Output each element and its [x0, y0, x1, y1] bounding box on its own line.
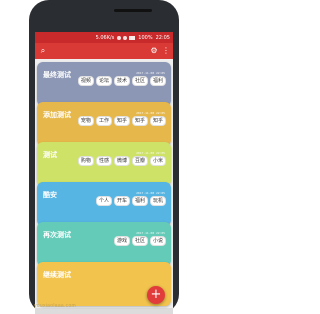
watermark: youxiaolaaa.com [34, 303, 77, 309]
card-tags: 游戏 社区 小说 [113, 236, 166, 246]
card-date: 2017.11.08 22:05 [136, 191, 165, 195]
card-date: 2017.11.08 22:05 [136, 71, 165, 75]
card-tags: 宠物 工作 知乎 知乎 知乎 [77, 116, 166, 126]
card-tags: 个人 开车 福利 玩机 [95, 196, 166, 206]
signal-icon [123, 35, 128, 40]
card-retest[interactable]: 再次测试 2017.11.08 22:05 游戏 社区 小说 [37, 222, 171, 266]
phone-speaker [114, 9, 152, 12]
search-icon[interactable]: ⌕ [38, 46, 48, 56]
tag[interactable]: 玩机 [149, 196, 166, 206]
card-tags: 购物 性感 微博 豆瓣 小米 [77, 156, 166, 166]
tag[interactable]: 福利 [149, 76, 166, 86]
tag[interactable]: 性感 [95, 156, 112, 166]
tag[interactable]: 购物 [77, 156, 94, 166]
tag[interactable]: 福利 [131, 196, 148, 206]
clock: 22:05 [155, 34, 170, 41]
tag[interactable]: 小说 [149, 236, 166, 246]
card-date: 2017.11.08 22:05 [136, 231, 165, 235]
tag[interactable]: 宠物 [77, 116, 94, 126]
card-test[interactable]: 测试 2017.11.08 22:05 购物 性感 微博 豆瓣 小米 [37, 142, 171, 186]
gear-icon[interactable]: ⚙ [149, 46, 159, 56]
card-add-test[interactable]: 添加测试 2017.11.08 22:05 宠物 工作 知乎 知乎 知乎 [37, 102, 171, 146]
status-icons [117, 35, 136, 40]
tag[interactable]: 知乎 [131, 116, 148, 126]
card-coolapk[interactable]: 酷安 2017.11.08 22:05 个人 开车 福利 玩机 [37, 182, 171, 226]
add-fab-button[interactable]: + [147, 286, 165, 304]
status-bar: 5.06K/s 100% 22:05 [35, 32, 173, 43]
battery-level: 100% [138, 34, 153, 41]
tag[interactable]: 小米 [149, 156, 166, 166]
tag[interactable]: 技术 [113, 76, 130, 86]
more-vertical-icon[interactable]: ⋮ [161, 46, 171, 56]
tag[interactable]: 工作 [95, 116, 112, 126]
app-screen: 5.06K/s 100% 22:05 ⌕ ⚙ ⋮ 最终测试 2017.11.08… [35, 32, 173, 314]
card-title: 最终测试 [43, 71, 71, 79]
card-final-test[interactable]: 最终测试 2017.11.08 22:05 视频 论坛 技术 社区 福利 [37, 62, 171, 106]
card-title: 添加测试 [43, 111, 71, 119]
battery-icon [129, 35, 136, 40]
tag[interactable]: 个人 [95, 196, 112, 206]
wifi-icon [117, 35, 122, 40]
tag[interactable]: 知乎 [113, 116, 130, 126]
tag[interactable]: 开车 [113, 196, 130, 206]
card-date: 2017.11.08 22:05 [136, 151, 165, 155]
tag[interactable]: 豆瓣 [131, 156, 148, 166]
card-title: 继续测试 [43, 271, 71, 279]
tag[interactable]: 游戏 [113, 236, 130, 246]
tag[interactable]: 视频 [77, 76, 94, 86]
card-title: 再次测试 [43, 231, 71, 239]
plus-icon: + [150, 287, 162, 302]
app-toolbar: ⌕ ⚙ ⋮ [35, 43, 173, 59]
card-tags: 视频 论坛 技术 社区 福利 [77, 76, 166, 86]
card-title: 测试 [43, 151, 57, 159]
card-title: 酷安 [43, 191, 57, 199]
tag[interactable]: 论坛 [95, 76, 112, 86]
tag[interactable]: 社区 [131, 236, 148, 246]
tag[interactable]: 社区 [131, 76, 148, 86]
tag[interactable]: 微博 [113, 156, 130, 166]
tag[interactable]: 知乎 [149, 116, 166, 126]
network-speed: 5.06K/s [95, 34, 115, 41]
card-date: 2017.11.08 22:05 [136, 111, 165, 115]
